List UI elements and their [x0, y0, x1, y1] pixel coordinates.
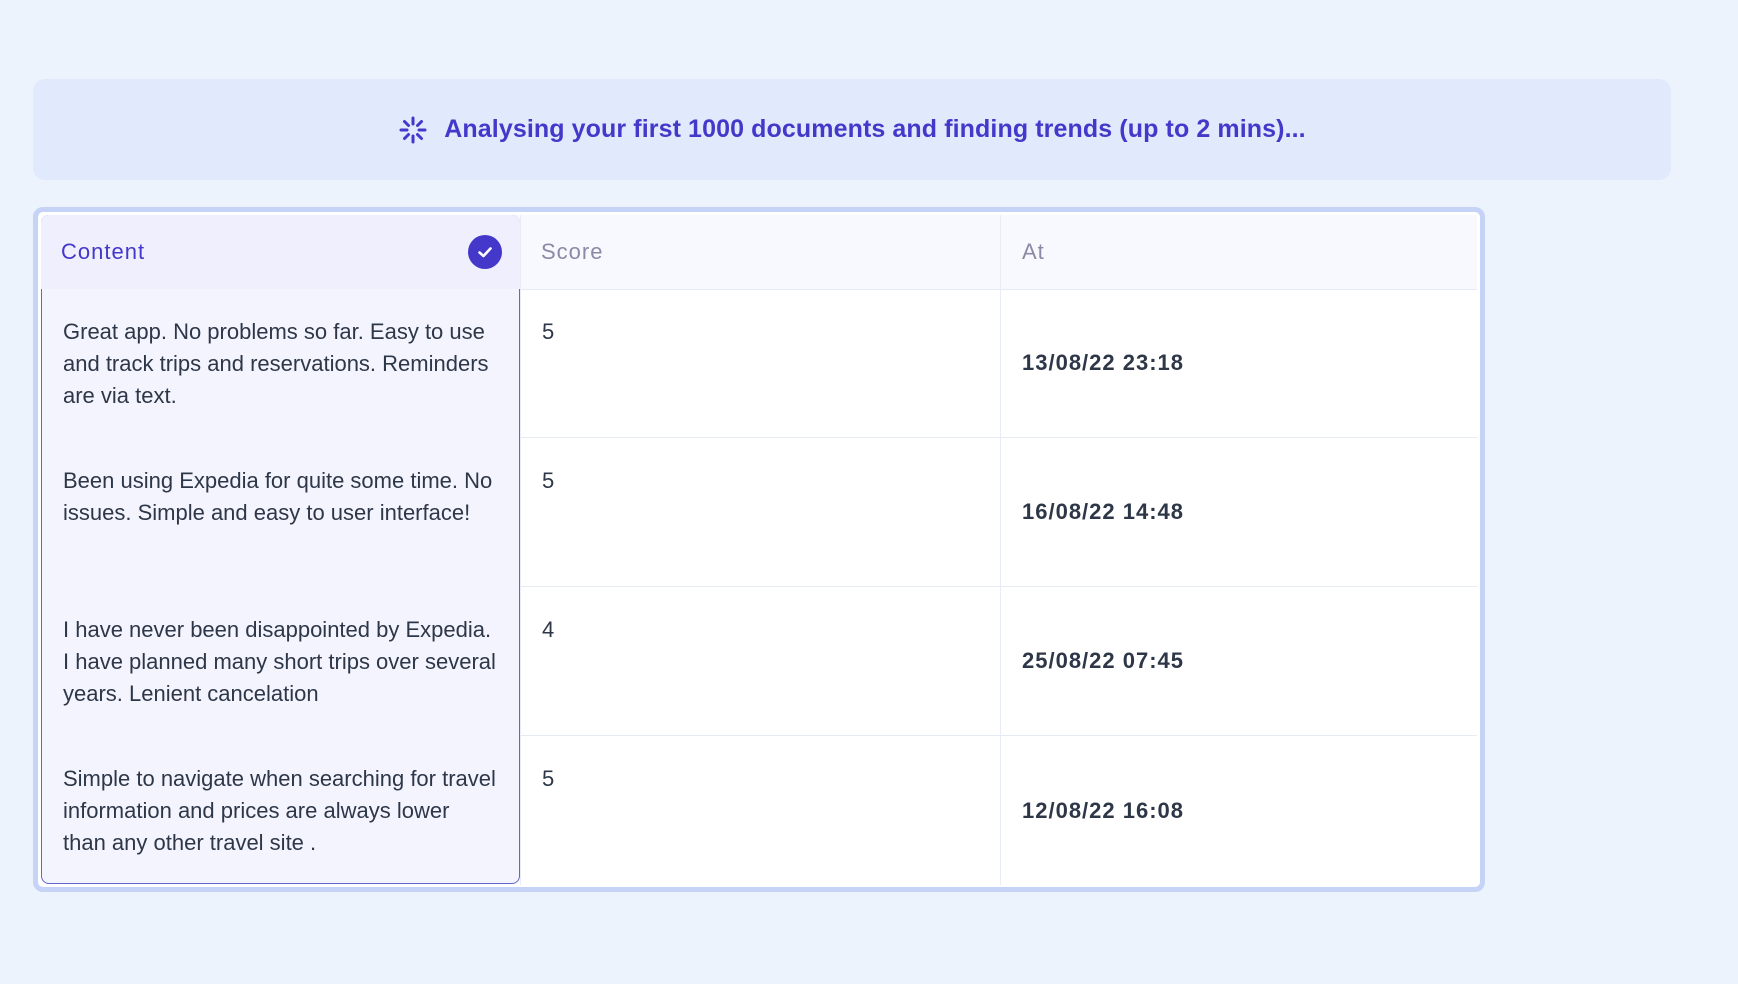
loading-message: Analysing your first 1000 documents and …: [444, 115, 1306, 143]
cell-content: Simple to navigate when searching for tr…: [63, 766, 496, 855]
cell-at-value: 12/08/22 16:08: [1022, 797, 1185, 823]
cell-at: 12/08/22 16:08: [1000, 736, 1480, 885]
cell-at: 13/08/22 23:18: [1000, 289, 1480, 437]
cell-content: Great app. No problems so far. Easy to u…: [63, 319, 489, 408]
column-header-at[interactable]: At: [1000, 215, 1480, 289]
cell-content: Been using Expedia for quite some time. …: [63, 468, 493, 525]
cell-score: 5: [520, 438, 1000, 586]
column-header-content[interactable]: Content: [41, 215, 520, 289]
column-header-label: At: [1022, 239, 1045, 264]
column-header-label: Content: [61, 239, 146, 264]
loading-banner: Analysing your first 1000 documents and …: [33, 79, 1671, 180]
cell-at-value: 16/08/22 14:48: [1022, 499, 1185, 524]
cell-content: I have never been disappointed by Expedi…: [63, 617, 496, 706]
cell-score: 5: [520, 289, 1000, 437]
table-row[interactable]: Simple to navigate when searching for tr…: [41, 736, 1477, 885]
table-row[interactable]: I have never been disappointed by Expedi…: [41, 587, 1477, 736]
cell-score: 5: [520, 736, 1000, 885]
cell-at: 16/08/22 14:48: [1000, 438, 1480, 586]
table-row[interactable]: Been using Expedia for quite some time. …: [41, 438, 1477, 587]
column-header-score[interactable]: Score: [520, 215, 1000, 289]
cell-at-value: 13/08/22 23:18: [1022, 350, 1185, 375]
table-row[interactable]: Great app. No problems so far. Easy to u…: [41, 289, 1477, 438]
table-header: Content Score At: [41, 215, 1477, 290]
data-table: Content Score At Great app. No problems …: [33, 207, 1485, 892]
spinner-icon: [398, 115, 428, 145]
cell-at-value: 25/08/22 07:45: [1022, 648, 1185, 673]
column-header-label: Score: [541, 239, 604, 264]
cell-at: 25/08/22 07:45: [1000, 587, 1480, 735]
check-icon[interactable]: [468, 235, 502, 269]
cell-score: 4: [520, 587, 1000, 735]
